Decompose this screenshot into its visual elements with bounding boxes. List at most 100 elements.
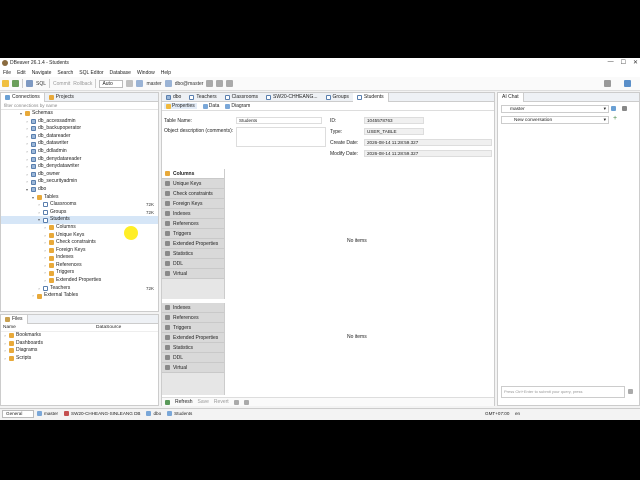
save-button[interactable]: Save bbox=[198, 399, 209, 405]
chevron-right-icon[interactable]: › bbox=[25, 156, 29, 164]
tools-icon[interactable] bbox=[206, 80, 214, 87]
transaction-mode-select[interactable]: Auto bbox=[99, 79, 124, 88]
tree-item[interactable]: › External Tables bbox=[1, 292, 158, 300]
section-item[interactable]: Statistics bbox=[162, 343, 224, 353]
section-item[interactable]: Foreign Keys bbox=[162, 199, 224, 209]
section-item[interactable]: Extended Properties bbox=[162, 333, 224, 343]
section-item[interactable]: DDL bbox=[162, 259, 224, 269]
maximize-button[interactable]: ☐ bbox=[621, 59, 626, 66]
chevron-down-icon[interactable]: ▾ bbox=[19, 110, 23, 118]
chevron-down-icon[interactable]: ▾ bbox=[37, 216, 41, 224]
sql-button[interactable]: SQL bbox=[36, 81, 46, 87]
chevron-right-icon[interactable]: › bbox=[37, 209, 41, 217]
navigate-icon[interactable] bbox=[226, 80, 234, 87]
status-connection[interactable]: SW20-CHHEANG-SINLEANG DB bbox=[61, 411, 143, 416]
chevron-right-icon[interactable]: › bbox=[31, 292, 35, 300]
chevron-right-icon[interactable]: › bbox=[43, 254, 47, 262]
tab-connections[interactable]: Connections bbox=[1, 92, 45, 102]
settings-icon[interactable] bbox=[126, 80, 134, 87]
menu-sql-editor[interactable]: SQL Editor bbox=[79, 70, 103, 76]
chevron-right-icon[interactable]: › bbox=[43, 224, 47, 232]
chevron-right-icon[interactable]: › bbox=[25, 118, 29, 126]
menu-edit[interactable]: Edit bbox=[17, 70, 26, 76]
ai-assist-icon[interactable] bbox=[611, 106, 616, 111]
section-item[interactable]: Unique Keys bbox=[162, 179, 224, 189]
ai-database-select[interactable]: master ▾ bbox=[501, 105, 609, 113]
send-icon[interactable] bbox=[628, 389, 633, 394]
tree-item[interactable]: ▾ Tables bbox=[1, 194, 158, 202]
active-schema[interactable]: dbo@master bbox=[175, 81, 204, 87]
chevron-right-icon[interactable]: › bbox=[37, 201, 41, 209]
chevron-right-icon[interactable]: › bbox=[25, 171, 29, 179]
description-field[interactable] bbox=[236, 127, 326, 147]
tree-item[interactable]: › Classrooms 72K bbox=[1, 201, 158, 209]
commit-button[interactable]: Commit bbox=[53, 81, 70, 87]
conversation-select[interactable]: New conversation ▾ bbox=[501, 116, 609, 124]
ai-chat-input[interactable]: Press Ctrl+Enter to submit your query, p… bbox=[501, 386, 625, 398]
chevron-right-icon[interactable]: › bbox=[43, 277, 47, 285]
close-button[interactable]: ✕ bbox=[633, 59, 638, 66]
tab-projects[interactable]: Projects bbox=[45, 93, 78, 102]
tree-item[interactable]: › References bbox=[1, 262, 158, 270]
settings-icon[interactable] bbox=[243, 399, 249, 405]
tree-item[interactable]: ▾ Students bbox=[1, 216, 158, 224]
chevron-right-icon[interactable]: › bbox=[3, 340, 7, 348]
section-item[interactable]: Triggers bbox=[162, 323, 224, 333]
tree-item[interactable]: › db_denydatawriter bbox=[1, 163, 158, 171]
editor-tab[interactable]: SW20-CHHEANG... bbox=[262, 93, 321, 102]
new-conversation-button[interactable]: + bbox=[613, 115, 617, 122]
subtab-properties[interactable]: Properties bbox=[164, 103, 197, 109]
section-item[interactable]: Check constraints bbox=[162, 189, 224, 199]
search-icon[interactable] bbox=[216, 80, 224, 87]
files-item[interactable]: › Scripts bbox=[1, 355, 158, 363]
tree-item[interactable]: › Indexes bbox=[1, 254, 158, 262]
chevron-down-icon[interactable]: ▾ bbox=[25, 186, 29, 194]
tree-item[interactable]: ▾ dbo bbox=[1, 186, 158, 194]
tree-item[interactable]: › db_denydatareader bbox=[1, 156, 158, 164]
section-item[interactable]: Triggers bbox=[162, 229, 224, 239]
chevron-right-icon[interactable]: › bbox=[43, 247, 47, 255]
menu-navigate[interactable]: Navigate bbox=[32, 70, 52, 76]
subtab-data[interactable]: Data bbox=[202, 103, 219, 109]
section-item[interactable]: Extended Properties bbox=[162, 239, 224, 249]
active-database[interactable]: master bbox=[146, 81, 161, 87]
status-table[interactable]: Students bbox=[164, 411, 195, 416]
gear-icon[interactable] bbox=[622, 106, 627, 111]
tree-item[interactable]: › Triggers bbox=[1, 269, 158, 277]
chevron-right-icon[interactable]: › bbox=[25, 178, 29, 186]
rollback-button[interactable]: Rollback bbox=[73, 81, 92, 87]
files-item[interactable]: › Diagrams bbox=[1, 347, 158, 355]
section-item[interactable]: Virtual bbox=[162, 269, 224, 279]
connection-filter-input[interactable]: filter connections by name bbox=[1, 102, 158, 110]
tab-ai-chat[interactable]: AI Chat bbox=[498, 92, 524, 102]
menu-window[interactable]: Window bbox=[137, 70, 155, 76]
tree-item[interactable]: › db_accessadmin bbox=[1, 118, 158, 126]
chevron-right-icon[interactable]: › bbox=[43, 232, 47, 240]
refresh-button[interactable]: Refresh bbox=[175, 399, 193, 405]
tab-files[interactable]: Files bbox=[1, 314, 28, 324]
tree-item[interactable]: › Foreign Keys bbox=[1, 247, 158, 255]
tree-item[interactable]: › Check constraints bbox=[1, 239, 158, 247]
section-item[interactable]: References bbox=[162, 219, 224, 229]
filter-icon[interactable] bbox=[233, 399, 239, 405]
chevron-right-icon[interactable]: › bbox=[25, 148, 29, 156]
chevron-right-icon[interactable]: › bbox=[25, 163, 29, 171]
chevron-right-icon[interactable]: › bbox=[3, 355, 7, 363]
chevron-right-icon[interactable]: › bbox=[25, 140, 29, 148]
section-item[interactable]: Columns bbox=[162, 169, 224, 179]
section-item[interactable]: References bbox=[162, 313, 224, 323]
editor-tab[interactable]: dbo bbox=[162, 93, 185, 102]
status-db[interactable]: master bbox=[34, 411, 61, 416]
editor-tab[interactable]: Students bbox=[352, 92, 389, 102]
tree-item[interactable]: › db_datawriter bbox=[1, 140, 158, 148]
tree-item[interactable]: › db_owner bbox=[1, 171, 158, 179]
sql-editor-icon[interactable] bbox=[26, 80, 33, 87]
chevron-right-icon[interactable]: › bbox=[43, 262, 47, 270]
tree-item[interactable]: ▾ Schemas bbox=[1, 110, 158, 118]
section-item[interactable]: Indexes bbox=[162, 303, 224, 313]
connect-icon[interactable] bbox=[12, 80, 19, 87]
chevron-right-icon[interactable]: › bbox=[25, 133, 29, 141]
files-item[interactable]: › Dashboards bbox=[1, 340, 158, 348]
tree-item[interactable]: › db_ddladmin bbox=[1, 148, 158, 156]
menu-file[interactable]: File bbox=[3, 70, 11, 76]
